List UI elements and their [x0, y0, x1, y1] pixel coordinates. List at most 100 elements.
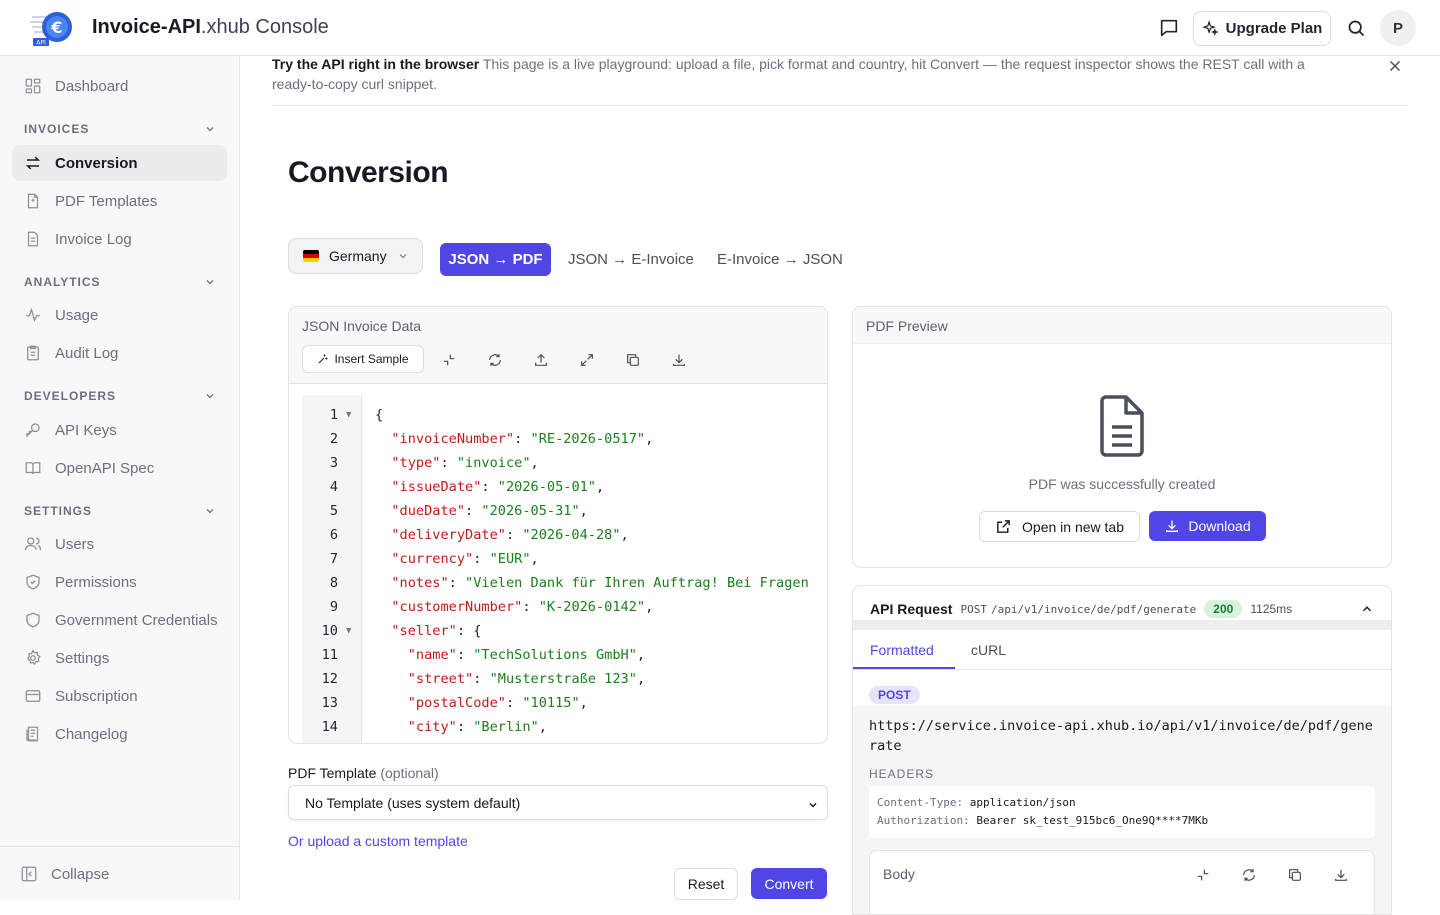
code-line: 4 "issueDate": "2026-05-01",	[302, 475, 604, 499]
code-text: "city": "Berlin",	[375, 719, 547, 735]
upgrade-plan-button[interactable]: Upgrade Plan	[1193, 11, 1331, 46]
json-string: "Vielen Dank für Ihren Auftrag! Bei Frag…	[465, 575, 809, 591]
section-settings-toggle[interactable]: SETTINGS	[24, 504, 216, 518]
sidebar-item-pdf-templates[interactable]: PDF Templates	[12, 183, 227, 219]
changelog-icon	[26, 726, 39, 742]
fold-toggle-icon[interactable]: ▼	[346, 626, 351, 636]
json-punctuation: :	[514, 431, 531, 447]
sidebar-item-audit-log[interactable]: Audit Log	[12, 335, 227, 371]
code-line: 3 "type": "invoice",	[302, 451, 539, 475]
section-analytics-toggle[interactable]: ANALYTICS	[24, 275, 216, 289]
playground-banner: Try the API right in the browser This pa…	[272, 54, 1408, 106]
tab-einvoice-to-json[interactable]: E-Invoice → JSON	[717, 251, 843, 268]
json-string: "Berlin"	[473, 719, 539, 735]
close-icon[interactable]	[1386, 57, 1404, 75]
line-number: 6	[329, 527, 338, 543]
request-url: https://service.invoice-api.xhub.io/api/…	[869, 718, 1373, 754]
collapse-sidebar-button[interactable]: Collapse	[20, 865, 109, 883]
download-icon[interactable]	[671, 352, 687, 368]
compact-icon[interactable]	[1195, 867, 1211, 883]
tab-json-to-pdf[interactable]: JSON → PDF	[440, 243, 551, 276]
upload-custom-template-link[interactable]: Or upload a custom template	[288, 833, 468, 849]
sidebar-item-openapi-spec[interactable]: OpenAPI Spec	[12, 450, 227, 486]
header-row: Authorization: Bearer sk_test_915bc6_One…	[877, 812, 1367, 830]
banner-title: Try the API right in the browser	[272, 56, 480, 72]
json-key: "street"	[407, 671, 474, 687]
document-icon	[1100, 395, 1144, 457]
code-text: "postalCode": "10115",	[375, 695, 588, 711]
code-text: "dueDate": "2026-05-31",	[375, 503, 587, 519]
sidebar-item-government-credentials[interactable]: Government Credentials	[12, 602, 227, 638]
line-number: 12	[321, 671, 338, 687]
header-value: Bearer sk_test_915bc6_One9Q****7MKb	[976, 814, 1209, 827]
insert-sample-button[interactable]: Insert Sample	[302, 345, 424, 373]
tab-formatted[interactable]: Formatted	[870, 642, 934, 658]
json-punctuation	[375, 695, 408, 711]
sidebar-item-settings[interactable]: Settings	[12, 640, 227, 676]
json-punctuation: :	[505, 695, 523, 711]
sidebar-item-dashboard[interactable]: Dashboard	[12, 68, 227, 104]
pdf-template-select[interactable]: No Template (uses system default)	[288, 785, 828, 820]
format-icon[interactable]	[1241, 867, 1257, 883]
open-in-new-tab-button[interactable]: Open in new tab	[979, 511, 1140, 542]
api-request-body: POST https://service.invoice-api.xhub.io…	[853, 670, 1391, 914]
sidebar-item-permissions[interactable]: Permissions	[12, 564, 227, 600]
sidebar-item-label: Users	[55, 535, 95, 553]
feedback-button[interactable]	[1156, 15, 1182, 41]
code-text: "type": "invoice",	[375, 455, 538, 471]
upload-icon[interactable]	[533, 352, 549, 368]
chevron-down-icon	[206, 509, 214, 514]
json-key: "currency"	[391, 551, 474, 567]
shield-check-icon	[26, 574, 40, 590]
download-icon[interactable]	[1333, 867, 1349, 883]
chevron-up-icon[interactable]	[1360, 602, 1374, 616]
sidebar-item-users[interactable]: Users	[12, 526, 227, 562]
sidebar-item-invoice-log[interactable]: Invoice Log	[12, 221, 227, 257]
active-tab-indicator	[853, 667, 955, 669]
invoice-api-logo[interactable]: € API	[30, 8, 80, 48]
user-avatar[interactable]: P	[1380, 10, 1416, 46]
json-string: "invoice"	[456, 455, 531, 471]
code-text: "currency": "EUR",	[375, 551, 538, 567]
expand-icon[interactable]	[579, 352, 595, 368]
format-icon[interactable]	[487, 352, 503, 368]
code-text: "name": "TechSolutions GmbH",	[375, 647, 645, 663]
json-punctuation: ,	[596, 479, 605, 495]
section-invoices-toggle[interactable]: INVOICES	[24, 122, 216, 136]
country-selector[interactable]: Germany	[288, 238, 423, 274]
convert-button[interactable]: Convert	[751, 868, 827, 899]
sidebar-item-changelog[interactable]: Changelog	[12, 716, 227, 752]
section-developers-toggle[interactable]: DEVELOPERS	[24, 389, 216, 403]
compact-icon[interactable]	[441, 352, 457, 368]
json-punctuation	[375, 647, 408, 663]
json-key: "notes"	[391, 575, 449, 591]
sidebar-item-conversion[interactable]: Conversion	[12, 145, 227, 181]
json-key: "name"	[407, 647, 457, 663]
json-panel-title: JSON Invoice Data	[302, 318, 422, 334]
reset-button[interactable]: Reset	[674, 868, 738, 900]
code-text: "notes": "Vielen Dank für Ihren Auftrag!…	[375, 575, 809, 591]
json-key: "countryCode"	[408, 743, 514, 744]
line-number: 1	[329, 407, 338, 423]
sidebar-item-label: API Keys	[55, 421, 117, 439]
copy-icon[interactable]	[1287, 867, 1303, 883]
api-request-header[interactable]: API Request POST /api/v1/invoice/de/pdf/…	[870, 600, 1292, 618]
header-key: Authorization:	[877, 814, 970, 827]
fold-toggle-icon[interactable]: ▼	[346, 410, 351, 420]
tab-json-to-einvoice[interactable]: JSON → E-Invoice	[568, 251, 694, 268]
download-pdf-button[interactable]: Download	[1149, 511, 1266, 541]
search-button[interactable]	[1343, 15, 1369, 41]
pdf-success-message: PDF was successfully created	[1028, 476, 1216, 492]
code-line: 8 "notes": "Vielen Dank für Ihren Auftra…	[302, 571, 809, 595]
json-punctuation: :	[514, 743, 530, 744]
sidebar-item-subscription[interactable]: Subscription	[12, 678, 227, 714]
pdf-template-label: PDF Template (optional)	[288, 765, 439, 781]
json-string: "Musterstraße 123"	[489, 671, 637, 687]
code-text: "issueDate": "2026-05-01",	[375, 479, 604, 495]
sidebar-item-api-keys[interactable]: API Keys	[12, 412, 227, 448]
copy-icon[interactable]	[625, 352, 641, 368]
json-code-editor[interactable]: 1 ▼{2 "invoiceNumber": "RE-2026-0517", 3 "…	[302, 395, 827, 744]
sidebar-item-usage[interactable]: Usage	[12, 297, 227, 333]
tab-curl[interactable]: cURL	[971, 642, 1006, 658]
json-punctuation	[375, 575, 391, 591]
